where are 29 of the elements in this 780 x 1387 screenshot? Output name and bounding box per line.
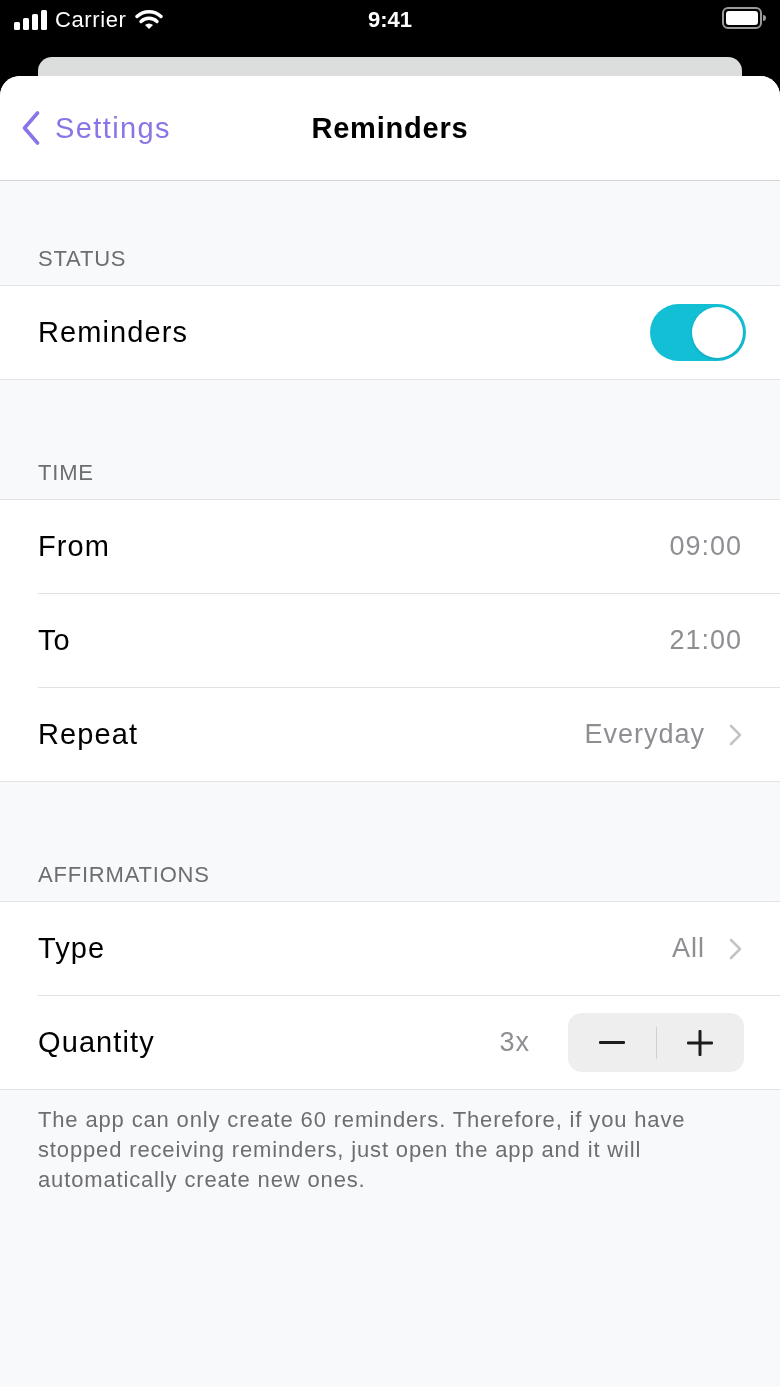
section-footer: The app can only create 60 reminders. Therefore, if you have stopped receiving reminders, just open the app and it will automatically create new ones. [0,1090,780,1210]
reminders-toggle[interactable] [650,304,746,361]
row-label: Type [38,932,106,965]
section-header: AFFIRMATIONS [38,862,210,887]
nav-title: Reminders [311,111,469,145]
row-label: To [38,624,71,657]
signal-icon [14,10,48,30]
time-value[interactable]: 09:00 [669,531,742,562]
back-label: Settings [55,111,171,145]
row-label: Repeat [38,718,139,751]
row-label: From [38,530,111,563]
wifi-icon [135,10,164,30]
chevron-right-icon [729,937,742,960]
quantity-value: 3x [499,1027,530,1058]
row-value: All [672,933,705,964]
back-button[interactable]: Settings [22,111,171,145]
time-value[interactable]: 21:00 [669,625,742,656]
carrier-label: Carrier [55,7,127,33]
row-value: Everyday [584,719,705,750]
battery-icon [722,7,766,29]
chevron-right-icon [729,723,742,746]
row-label: Quantity [38,1026,155,1059]
section-header: TIME [38,460,94,485]
minus-icon [598,1041,625,1044]
status-time: 9:41 [368,7,412,33]
chevron-left-icon [22,111,40,145]
section-header: STATUS [38,246,127,271]
plus-icon [687,1029,714,1056]
row-label: Reminders [38,316,189,349]
